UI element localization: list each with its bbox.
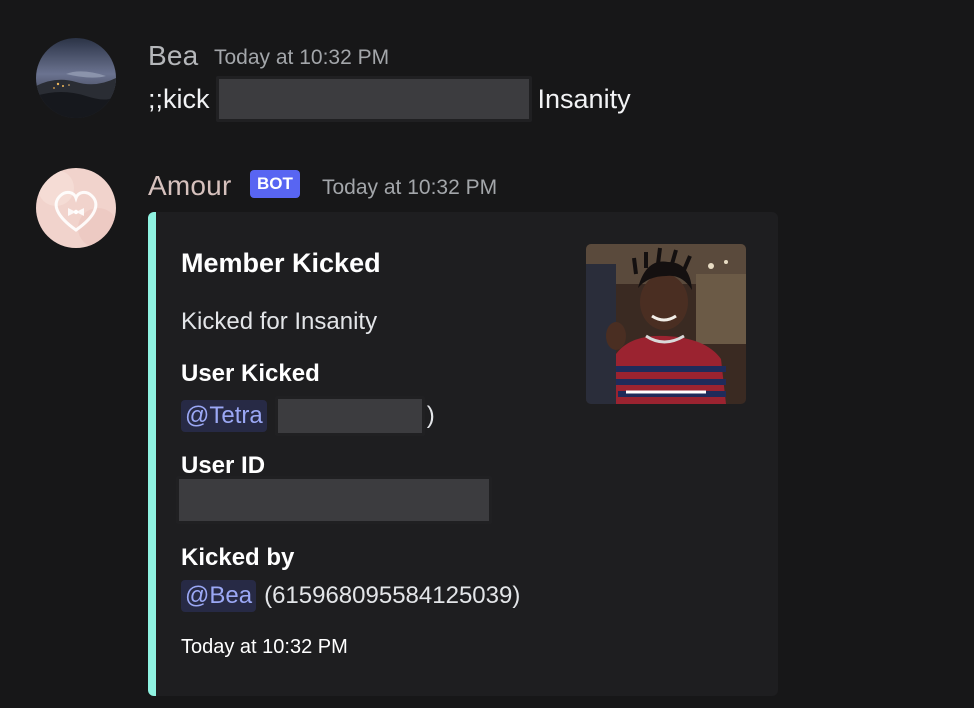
field-user-kicked-name: User Kicked — [181, 360, 320, 387]
night-landscape-avatar-image — [36, 38, 116, 118]
reason-text: Insanity — [537, 83, 631, 114]
embed-description: Kicked for Insanity — [181, 308, 378, 335]
redacted-user-id — [176, 476, 492, 524]
embed-thumbnail[interactable] — [586, 244, 746, 404]
message-timestamp: Today at 10:32 PM — [322, 176, 498, 199]
embed-title: Member Kicked — [181, 248, 381, 278]
message-content: ;;kick Insanity — [148, 76, 631, 122]
user-mention-bea[interactable]: @Bea — [181, 580, 257, 612]
amour-avatar[interactable] — [36, 168, 116, 248]
field-kicked-by-name: Kicked by — [181, 544, 295, 571]
amour-username[interactable]: Amour — [148, 170, 231, 202]
field-user-id-value — [176, 476, 492, 524]
person-photo-image — [586, 244, 746, 404]
kicked-by-id: (615968095584125039) — [264, 582, 521, 609]
closing-paren: ) — [426, 402, 435, 429]
field-user-kicked-value: @Tetra ) — [181, 396, 435, 436]
field-kicked-by-value: @Bea (615968095584125039) — [181, 580, 520, 612]
bea-avatar[interactable] — [36, 38, 116, 118]
redacted-username — [274, 396, 425, 436]
command-text: ;;kick — [148, 83, 210, 114]
kick-embed: Member Kicked Kicked for Insanity User K… — [148, 212, 778, 696]
redacted-mention — [215, 76, 532, 122]
user-mention-tetra[interactable]: @Tetra — [181, 400, 267, 432]
bot-badge: BOT — [250, 170, 300, 198]
bea-username[interactable]: Bea — [148, 40, 198, 72]
embed-footer-timestamp: Today at 10:32 PM — [181, 636, 348, 658]
message-timestamp: Today at 10:32 PM — [214, 46, 390, 69]
heart-bow-avatar-image — [36, 168, 116, 248]
